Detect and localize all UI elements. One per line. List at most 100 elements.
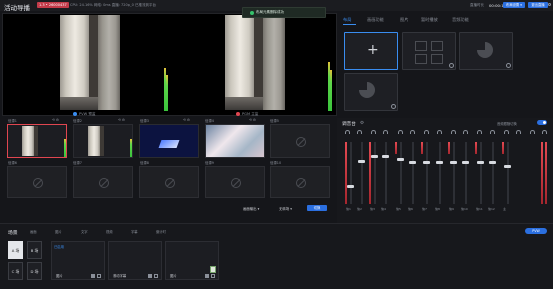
fader-track[interactable] bbox=[465, 142, 467, 204]
fader-track[interactable] bbox=[492, 142, 494, 204]
source-9-tile[interactable] bbox=[205, 166, 265, 198]
fader-knob[interactable] bbox=[371, 155, 378, 158]
fader-knob[interactable] bbox=[358, 160, 365, 163]
switch-button[interactable]: 切换 bbox=[307, 205, 327, 211]
headphone-icon[interactable] bbox=[477, 130, 482, 134]
fader-knob[interactable] bbox=[477, 161, 484, 164]
scene-tool-0[interactable]: 画面 bbox=[30, 229, 37, 234]
fader-knob[interactable] bbox=[382, 155, 389, 158]
source-2-tile[interactable] bbox=[73, 124, 133, 158]
scene-tool-4[interactable]: 字幕 bbox=[131, 229, 138, 234]
source-3-icons[interactable]: ⟲ ⚙ bbox=[183, 118, 190, 122]
source-1-icons[interactable]: ⟲ ⚙ bbox=[52, 118, 59, 122]
fader-knob[interactable] bbox=[462, 161, 469, 164]
clip-3[interactable]: 图片 bbox=[165, 241, 219, 280]
exit-live-button[interactable]: 退出直播 bbox=[528, 2, 548, 8]
trash-icon[interactable] bbox=[148, 274, 152, 278]
fader-knob[interactable] bbox=[450, 161, 457, 164]
headphone-icon[interactable] bbox=[504, 130, 509, 134]
trash-icon[interactable] bbox=[205, 274, 209, 278]
headphone-icon[interactable] bbox=[398, 130, 403, 134]
headphone-icon[interactable] bbox=[490, 130, 495, 134]
tab-drawing[interactable]: 画画功能 bbox=[367, 17, 384, 23]
fader-track[interactable] bbox=[400, 142, 402, 204]
fader-knob[interactable] bbox=[347, 185, 354, 188]
fader-track[interactable] bbox=[374, 142, 376, 204]
source-10-tile[interactable] bbox=[270, 166, 330, 198]
headphone-icon[interactable] bbox=[516, 130, 521, 134]
headphone-icon[interactable] bbox=[424, 130, 429, 134]
headphone-icon[interactable] bbox=[530, 130, 535, 134]
fader-knob[interactable] bbox=[423, 161, 430, 164]
pvw-button[interactable]: PVW bbox=[525, 228, 547, 234]
refresh-icon[interactable] bbox=[548, 3, 551, 6]
scene-a-button[interactable]: A 场 bbox=[8, 241, 23, 259]
tab-playback[interactable]: 暂时播放 bbox=[421, 17, 438, 23]
clip-2[interactable]: 滚动字幕 bbox=[108, 241, 162, 280]
layout-block bbox=[431, 41, 443, 51]
layout-card-3[interactable] bbox=[459, 32, 513, 70]
clip-1[interactable]: 已启用 图片 bbox=[51, 241, 105, 280]
fader-track[interactable] bbox=[439, 142, 441, 204]
fader-knob[interactable] bbox=[489, 161, 496, 164]
layout-card-2[interactable] bbox=[402, 32, 456, 70]
source-1-tile[interactable] bbox=[7, 124, 67, 158]
source-4-icons[interactable]: ⟲ ⚙ bbox=[249, 118, 256, 122]
scene-b-button[interactable]: B 场 bbox=[27, 241, 42, 259]
fader-track[interactable] bbox=[507, 142, 509, 204]
delete-icon[interactable] bbox=[391, 104, 396, 109]
source-3-tile[interactable] bbox=[139, 124, 199, 158]
headphone-icon[interactable] bbox=[357, 130, 362, 134]
headphone-icon[interactable] bbox=[410, 130, 415, 134]
layout-block bbox=[431, 54, 443, 64]
fader-track[interactable] bbox=[385, 142, 387, 204]
fader-track[interactable] bbox=[361, 142, 363, 204]
layout-card-4[interactable] bbox=[344, 73, 398, 111]
tab-audio[interactable]: 音频功能 bbox=[452, 17, 469, 23]
clip-1-name: 图片 bbox=[56, 274, 63, 278]
delete-icon[interactable] bbox=[449, 63, 454, 68]
fader-knob[interactable] bbox=[504, 165, 511, 168]
audio-follow-toggle[interactable] bbox=[537, 120, 547, 125]
trash-icon[interactable] bbox=[91, 274, 95, 278]
tab-layout[interactable]: 布局 bbox=[343, 17, 351, 23]
scene-d-button[interactable]: D 场 bbox=[27, 262, 42, 280]
channel-label: 主 bbox=[503, 207, 507, 211]
source-8-tile[interactable] bbox=[139, 166, 199, 198]
fader-track[interactable] bbox=[412, 142, 414, 204]
fader-knob[interactable] bbox=[397, 158, 404, 161]
fader-track[interactable] bbox=[453, 142, 455, 204]
source-6-tile[interactable] bbox=[7, 166, 67, 198]
tab-images[interactable]: 图片 bbox=[400, 17, 408, 23]
headphone-icon[interactable] bbox=[463, 130, 468, 134]
scene-tool-5[interactable]: 倒计时 bbox=[156, 229, 166, 234]
add-layout-card[interactable]: + bbox=[344, 32, 398, 70]
headphone-icon[interactable] bbox=[371, 130, 376, 134]
scene-tool-1[interactable]: 图片 bbox=[55, 229, 62, 234]
fader-knob[interactable] bbox=[436, 161, 443, 164]
output-select[interactable]: 画面输出 ▾ bbox=[243, 206, 259, 211]
delete-icon[interactable] bbox=[506, 63, 511, 68]
fader-track[interactable] bbox=[480, 142, 482, 204]
source-2-icons[interactable]: ⟲ ⚙ bbox=[118, 118, 125, 122]
gear-icon[interactable] bbox=[97, 274, 101, 278]
source-5-tile[interactable] bbox=[270, 124, 330, 158]
fader-track[interactable] bbox=[350, 142, 352, 204]
fader-track[interactable] bbox=[426, 142, 428, 204]
source-7-tile[interactable] bbox=[73, 166, 133, 198]
headphone-icon[interactable] bbox=[451, 130, 456, 134]
scene-c-button[interactable]: C 场 bbox=[8, 262, 23, 280]
headphone-icon[interactable] bbox=[345, 130, 350, 134]
headphone-icon[interactable] bbox=[383, 130, 388, 134]
headphone-icon[interactable] bbox=[437, 130, 442, 134]
headphone-icon[interactable] bbox=[542, 130, 547, 134]
layout-settings-button[interactable]: 布局设置 ▾ bbox=[503, 2, 525, 8]
scene-tool-3[interactable]: 视频 bbox=[106, 229, 113, 234]
gear-icon[interactable] bbox=[211, 274, 215, 278]
transition-select[interactable]: 无转场 ▾ bbox=[279, 206, 292, 211]
gear-icon[interactable] bbox=[154, 274, 158, 278]
mixer-settings-icon[interactable]: ⚙ bbox=[360, 121, 364, 126]
source-4-tile[interactable] bbox=[205, 124, 265, 158]
scene-tool-2[interactable]: 文字 bbox=[81, 229, 88, 234]
fader-knob[interactable] bbox=[409, 161, 416, 164]
